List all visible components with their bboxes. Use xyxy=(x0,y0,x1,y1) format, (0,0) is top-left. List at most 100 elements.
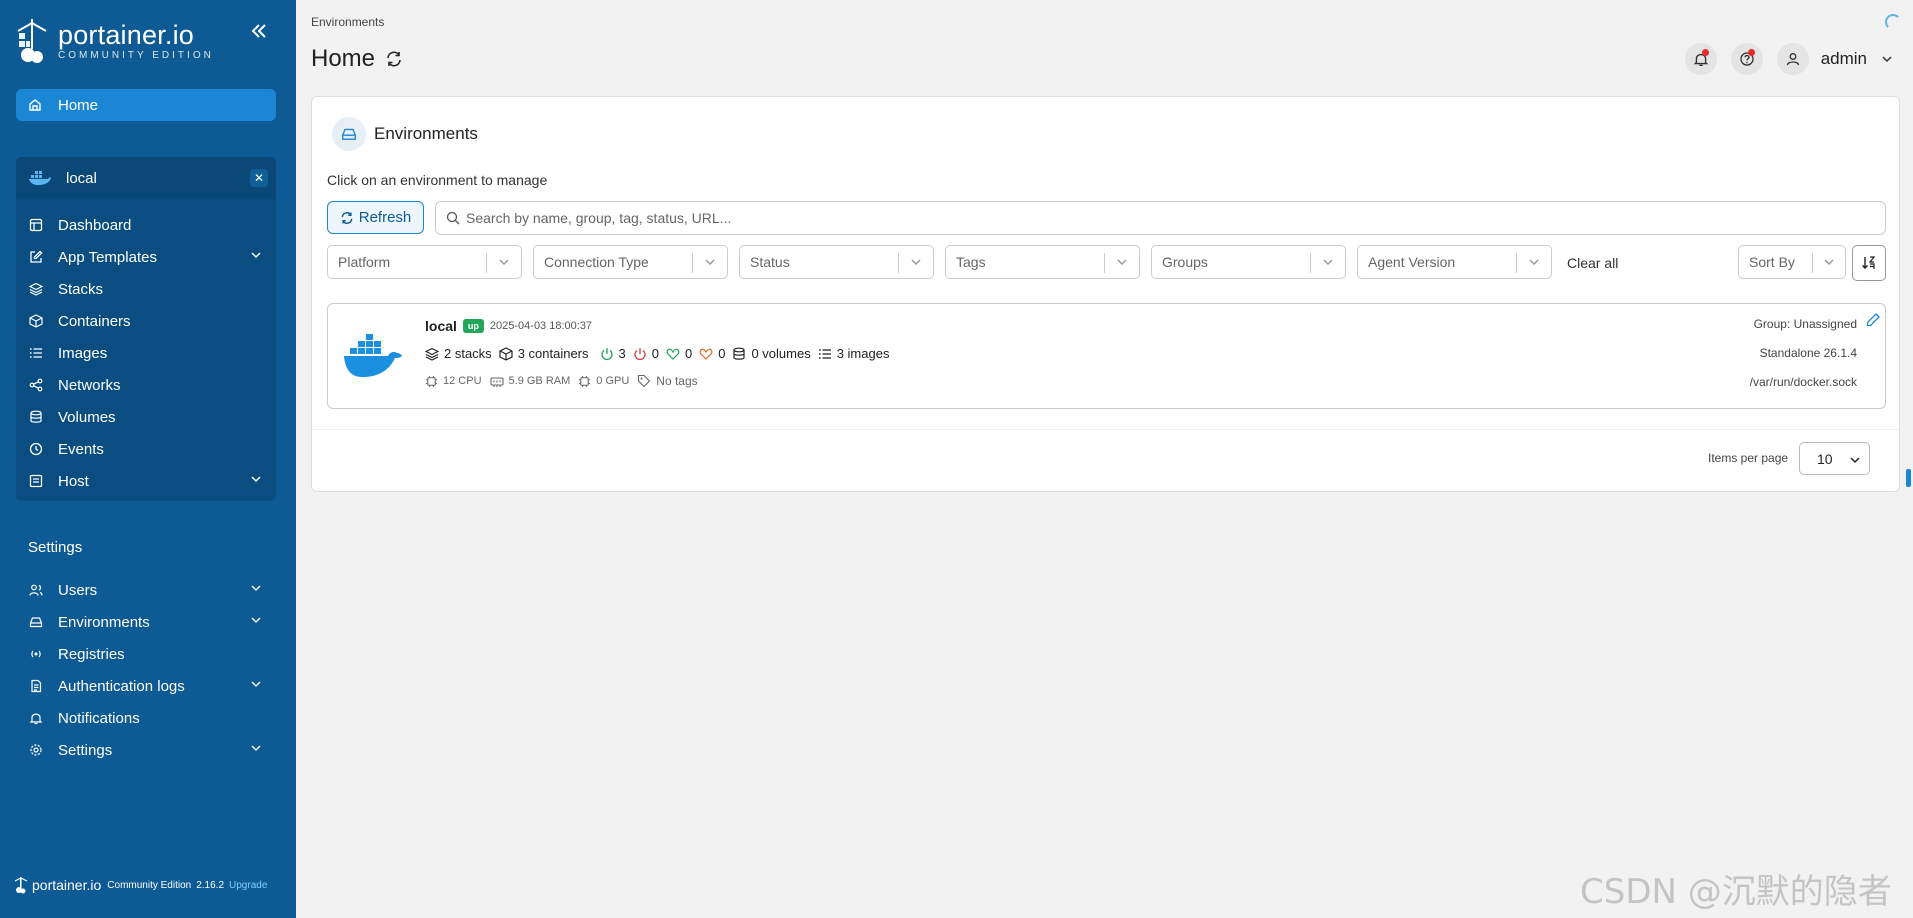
box-icon xyxy=(499,346,513,361)
edit-environment-icon[interactable] xyxy=(1865,312,1881,328)
tag-icon xyxy=(638,374,651,388)
sort-order-button[interactable] xyxy=(1852,245,1886,281)
stacks-count: 2 stacks xyxy=(444,346,492,361)
chevron-down-icon[interactable] xyxy=(250,249,262,261)
page-title-text: Home xyxy=(311,45,376,72)
host-icon xyxy=(28,473,44,489)
heart-broken-icon xyxy=(699,348,713,360)
filter-groups[interactable]: Groups xyxy=(1151,245,1346,279)
filter-agent-version[interactable]: Agent Version xyxy=(1357,245,1552,279)
sidebar-item-networks[interactable]: Networks xyxy=(16,369,276,401)
settings-section-title: Settings xyxy=(28,539,83,556)
layers-icon xyxy=(28,281,44,297)
ram-stat: 5.9 GB RAM xyxy=(489,375,570,388)
chevron-down-icon xyxy=(1323,259,1333,266)
chevron-down-icon[interactable] xyxy=(250,678,262,690)
chevron-down-icon[interactable] xyxy=(250,614,262,626)
scrollbar-thumb[interactable] xyxy=(1906,469,1911,487)
loading-spinner-icon xyxy=(1885,14,1901,30)
sidebar-item-environments[interactable]: Environments xyxy=(16,606,276,638)
sort-by-label: Sort By xyxy=(1749,254,1795,270)
sidebar-item-home[interactable]: Home xyxy=(16,89,276,121)
sidebar-item-label: Notifications xyxy=(58,709,140,727)
refresh-icon[interactable] xyxy=(385,50,403,68)
chevron-down-icon[interactable] xyxy=(1881,53,1893,65)
filter-label: Connection Type xyxy=(544,254,649,270)
items-per-page-select[interactable]: 10 xyxy=(1799,442,1870,475)
environment-header[interactable]: local xyxy=(16,157,276,199)
sidebar-item-dashboard[interactable]: Dashboard xyxy=(16,209,276,241)
unhealthy-stat: 0 xyxy=(699,346,725,361)
sidebar-item-app-templates[interactable]: App Templates xyxy=(16,241,276,273)
sort-by-select[interactable]: Sort By xyxy=(1738,245,1846,279)
header-actions: admin xyxy=(1671,43,1893,75)
panel-title: Environments xyxy=(374,124,478,143)
chevron-down-icon[interactable] xyxy=(250,582,262,594)
clear-all-button[interactable]: Clear all xyxy=(1567,255,1618,271)
users-icon xyxy=(28,582,44,598)
close-environment-button[interactable]: ✕ xyxy=(250,169,268,187)
environment-card[interactable]: local up 2025-04-03 18:00:37 2 stacks 3 … xyxy=(327,303,1886,409)
card-meta: Group: Unassigned Standalone 26.1.4 /var… xyxy=(1750,318,1857,405)
help-button[interactable] xyxy=(1730,43,1763,75)
sidebar-item-label: Settings xyxy=(58,741,113,759)
sidebar-item-label: Users xyxy=(58,581,98,599)
sidebar-item-images[interactable]: Images xyxy=(16,337,276,369)
brand-edition: COMMUNITY EDITION xyxy=(58,49,214,61)
sidebar-item-stacks[interactable]: Stacks xyxy=(16,273,276,305)
sidebar-item-host[interactable]: Host xyxy=(16,465,276,497)
sidebar-item-authentication-logs[interactable]: Authentication logs xyxy=(16,670,276,702)
sidebar-item-containers[interactable]: Containers xyxy=(16,305,276,337)
edit-icon xyxy=(28,249,44,265)
search-icon xyxy=(446,211,460,225)
user-name[interactable]: admin xyxy=(1821,49,1867,69)
breadcrumb[interactable]: Environments xyxy=(311,15,384,29)
brand[interactable]: portainer.io COMMUNITY EDITION xyxy=(14,16,214,66)
filter-label: Agent Version xyxy=(1368,254,1456,270)
filter-tags[interactable]: Tags xyxy=(945,245,1140,279)
sidebar-item-label: Registries xyxy=(58,645,125,663)
search-input[interactable] xyxy=(466,210,1846,226)
list-icon xyxy=(28,345,44,361)
cpu-value: 12 CPU xyxy=(443,375,482,387)
sidebar-item-label: Containers xyxy=(58,312,131,330)
sidebar-item-users[interactable]: Users xyxy=(16,574,276,606)
notifications-button[interactable] xyxy=(1684,43,1717,75)
sidebar-item-registries[interactable]: Registries xyxy=(16,638,276,670)
upgrade-link[interactable]: Upgrade xyxy=(229,880,267,891)
unhealthy-count: 0 xyxy=(718,346,726,361)
filter-label: Platform xyxy=(338,254,391,270)
refresh-button[interactable]: Refresh xyxy=(327,201,424,234)
gear-icon xyxy=(28,742,44,758)
filter-platform[interactable]: Platform xyxy=(327,245,522,279)
portainer-logo-icon xyxy=(17,19,47,63)
sidebar-item-label: Authentication logs xyxy=(58,677,185,695)
panel-header: Environments xyxy=(332,117,478,151)
footer-version: 2.16.2 xyxy=(196,879,225,891)
sidebar-item-label: Images xyxy=(58,344,108,362)
chevron-down-icon[interactable] xyxy=(250,742,262,754)
chevron-down-icon[interactable] xyxy=(250,473,262,485)
sidebar-item-notifications[interactable]: Notifications xyxy=(16,702,276,734)
images-count: 3 images xyxy=(836,346,890,361)
status-badge: up xyxy=(462,319,484,333)
search-box[interactable] xyxy=(435,201,1886,235)
file-icon xyxy=(28,678,44,694)
user-avatar[interactable] xyxy=(1776,43,1809,75)
items-per-page-value: 10 xyxy=(1817,450,1833,467)
healthy-stat: 0 xyxy=(666,346,692,361)
notification-dot xyxy=(1701,49,1709,56)
page-title: Home xyxy=(311,45,403,73)
footer-brand: portainer.io xyxy=(32,877,102,893)
sidebar-item-label: Host xyxy=(58,472,89,490)
card-header: local up 2025-04-03 18:00:37 xyxy=(425,318,592,334)
sidebar-item-settings[interactable]: Settings xyxy=(16,734,276,766)
filter-connection-type[interactable]: Connection Type xyxy=(533,245,728,279)
filter-status[interactable]: Status xyxy=(739,245,934,279)
collapse-sidebar-button[interactable] xyxy=(248,20,270,42)
sidebar-item-volumes[interactable]: Volumes xyxy=(16,401,276,433)
volumes-count: 0 volumes xyxy=(751,346,811,361)
sidebar: portainer.io COMMUNITY EDITION Home loca… xyxy=(0,0,296,918)
footer-edition: Community Edition xyxy=(107,879,192,891)
sidebar-item-events[interactable]: Events xyxy=(16,433,276,465)
